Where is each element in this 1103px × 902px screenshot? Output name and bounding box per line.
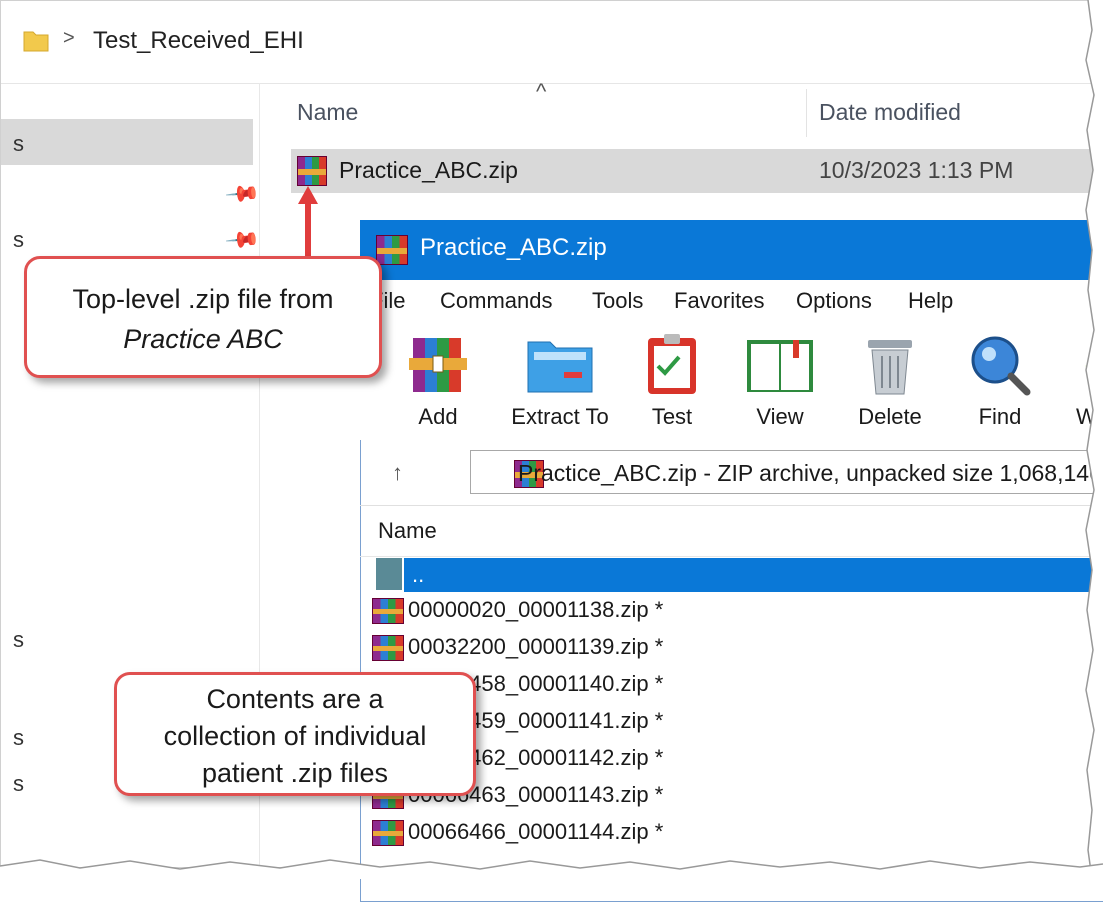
- extract-to-button[interactable]: Extract To: [504, 332, 616, 436]
- parent-folder-icon: [376, 558, 402, 590]
- menu-tools[interactable]: Tools: [592, 288, 643, 314]
- nav-item-fragment[interactable]: s: [13, 725, 24, 751]
- callout-text: Top-level .zip file from: [72, 284, 334, 314]
- test-clipboard-icon: [648, 334, 696, 394]
- find-button[interactable]: Find: [950, 332, 1050, 436]
- callout-text: patient .zip files: [201, 758, 389, 788]
- nav-item-fragment[interactable]: s: [13, 627, 24, 653]
- sort-ascending-icon: ^: [536, 79, 547, 104]
- column-header-date-modified[interactable]: Date modified: [819, 99, 961, 126]
- view-button[interactable]: View: [730, 332, 830, 436]
- archive-path-text: Practice_ABC.zip - ZIP archive, unpacked…: [518, 460, 1102, 486]
- add-button[interactable]: Add: [388, 332, 488, 436]
- column-divider[interactable]: [806, 89, 807, 137]
- find-magnifier-icon: [971, 336, 1031, 396]
- torn-edge-bottom: [0, 859, 1103, 879]
- menu-favorites[interactable]: Favorites: [674, 288, 764, 314]
- file-name: 00066466_00001144.zip *: [408, 819, 664, 844]
- callout-text: collection of individual: [163, 721, 427, 751]
- window-title: Practice_ABC.zip: [420, 234, 607, 261]
- delete-label: Delete: [858, 404, 922, 429]
- nav-selected-item[interactable]: [1, 119, 253, 165]
- winrar-archive-icon: [372, 635, 404, 661]
- file-name: 00000020_00001138.zip *: [408, 597, 664, 622]
- winrar-app-icon: [376, 235, 408, 265]
- breadcrumb-folder[interactable]: Test_Received_EHI: [93, 27, 304, 55]
- nav-item-fragment[interactable]: s: [13, 771, 24, 797]
- column-header-name[interactable]: Name: [378, 518, 437, 544]
- callout-contents: Contents are a collection of individual …: [114, 672, 476, 796]
- parent-dir-label[interactable]: ..: [412, 562, 424, 588]
- file-date-modified: 10/3/2023 1:13 PM: [819, 157, 1014, 183]
- parent-dir-row-highlight[interactable]: [404, 558, 1103, 592]
- file-list-header: [360, 505, 1103, 557]
- delete-trash-icon: [868, 340, 912, 395]
- file-name[interactable]: Practice_ABC.zip: [339, 157, 518, 184]
- torn-edge-right: [1085, 0, 1103, 879]
- view-label: View: [756, 404, 804, 429]
- callout-text-emphasis: Practice ABC: [123, 324, 283, 354]
- winrar-content: Practice_ABC.zip File Commands Tools Fav…: [360, 220, 1103, 900]
- test-label: Test: [651, 404, 693, 429]
- add-label: Add: [418, 404, 458, 429]
- delete-button[interactable]: Delete: [840, 332, 940, 436]
- test-button[interactable]: Test: [622, 332, 722, 436]
- extract-to-label: Extract To: [511, 404, 609, 429]
- callout-top-level-zip: Top-level .zip file from Practice ABC: [24, 256, 382, 378]
- extract-folder-icon: [527, 341, 593, 393]
- menu-help[interactable]: Help: [908, 288, 953, 314]
- menu-options[interactable]: Options: [796, 288, 872, 314]
- winrar-archive-icon: [372, 598, 404, 624]
- find-label: Find: [978, 404, 1022, 429]
- nav-item-fragment[interactable]: s: [13, 131, 24, 157]
- winrar-archive-icon: [372, 820, 404, 846]
- column-header-name[interactable]: Name: [297, 99, 358, 126]
- up-folder-arrow-icon[interactable]: ↑: [392, 460, 403, 486]
- folder-icon: [23, 31, 49, 52]
- file-name: 00032200_00001139.zip *: [408, 634, 664, 659]
- nav-item-fragment[interactable]: s: [13, 227, 24, 253]
- callout-text: Contents are a: [206, 684, 384, 714]
- view-book-icon: [747, 340, 813, 392]
- callout-arrow: [298, 186, 318, 262]
- add-archive-icon: [409, 338, 467, 392]
- menu-commands[interactable]: Commands: [440, 288, 552, 314]
- breadcrumb-chevron: >: [63, 27, 75, 49]
